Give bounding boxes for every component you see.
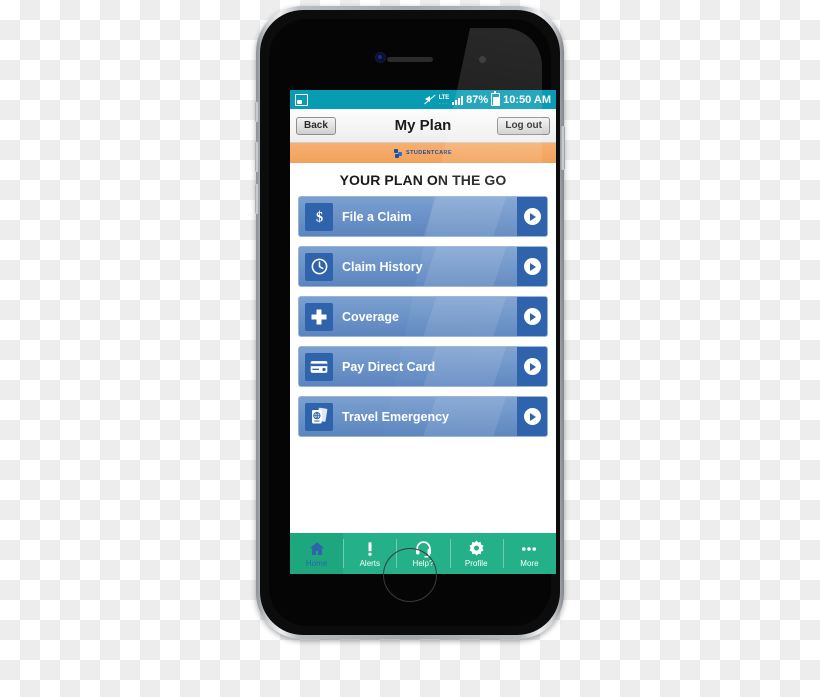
phone-device: LTE ... 87% 10:50 AM Back My Plan Log ou… — [255, 6, 565, 639]
chevron-right-icon[interactable] — [517, 347, 547, 386]
menu-item-pay-direct-card[interactable]: Pay Direct Card — [298, 346, 548, 387]
status-bar-right: LTE ... 87% 10:50 AM — [423, 91, 551, 106]
tab-home[interactable]: Home — [290, 533, 344, 574]
device-inner-frame: LTE ... 87% 10:50 AM Back My Plan Log ou… — [260, 10, 560, 635]
volume-mute-icon — [423, 94, 436, 105]
menu-item-travel-emergency[interactable]: Travel Emergency — [298, 396, 548, 437]
front-camera — [375, 52, 386, 63]
medical-cross-icon — [305, 302, 333, 331]
signal-bars-icon — [452, 95, 464, 105]
status-bar: LTE ... 87% 10:50 AM — [290, 90, 556, 109]
status-bar-left — [295, 93, 308, 106]
gallery-icon — [295, 93, 308, 106]
menu-item-file-a-claim[interactable]: $ File a Claim — [298, 196, 548, 237]
earpiece-speaker — [387, 57, 433, 62]
network-type-label: LTE ... — [438, 94, 450, 105]
silent-switch[interactable] — [255, 102, 259, 122]
device-bezel: LTE ... 87% 10:50 AM Back My Plan Log ou… — [269, 19, 556, 626]
menu-item-label: File a Claim — [342, 209, 412, 224]
menu-item-label: Travel Emergency — [342, 409, 450, 424]
app-nav-bar: Back My Plan Log out — [290, 109, 556, 143]
menu-item-label: Claim History — [342, 259, 423, 274]
ellipsis-icon — [519, 539, 539, 558]
phone-screen: LTE ... 87% 10:50 AM Back My Plan Log ou… — [290, 90, 556, 574]
menu-item-label: Pay Direct Card — [342, 359, 436, 374]
gear-icon — [467, 539, 486, 558]
volume-down-button[interactable] — [255, 184, 259, 214]
home-icon — [308, 539, 326, 558]
proximity-sensor — [479, 56, 486, 63]
studentcare-logo-icon — [394, 148, 403, 158]
power-button[interactable] — [561, 126, 565, 170]
back-button[interactable]: Back — [296, 116, 336, 135]
tab-profile[interactable]: Profile — [449, 533, 503, 574]
dollar-sign-icon: $ — [305, 202, 333, 231]
chevron-right-icon[interactable] — [517, 247, 547, 286]
tab-label: Alerts — [359, 559, 381, 568]
main-menu-list: $ File a Claim Claim History Coverage Pa… — [290, 196, 556, 437]
battery-icon — [491, 91, 501, 106]
exclamation-icon — [361, 539, 379, 558]
tab-label: Home — [305, 559, 328, 568]
log-out-button[interactable]: Log out — [497, 116, 550, 135]
clock-icon — [305, 252, 333, 281]
menu-item-coverage[interactable]: Coverage — [298, 296, 548, 337]
battery-percent-label: 87% — [466, 93, 489, 106]
volume-up-button[interactable] — [255, 142, 259, 172]
brand-name-label: STUDENTCARE — [406, 150, 452, 156]
home-button[interactable] — [383, 548, 437, 602]
headline-text: YOUR PLAN ON THE GO — [290, 163, 556, 196]
chevron-right-icon[interactable] — [517, 197, 547, 236]
tab-label: More — [520, 559, 539, 568]
credit-card-icon — [305, 352, 333, 381]
chevron-right-icon[interactable] — [517, 297, 547, 336]
menu-item-label: Coverage — [342, 309, 399, 324]
chevron-right-icon[interactable] — [517, 397, 547, 436]
menu-item-claim-history[interactable]: Claim History — [298, 246, 548, 287]
tab-more[interactable]: More — [502, 533, 556, 574]
status-bar-clock: 10:50 AM — [503, 93, 551, 106]
brand-banner: STUDENTCARE — [290, 143, 556, 163]
passport-ticket-icon — [305, 402, 333, 431]
tab-label: Profile — [464, 559, 488, 568]
svg-text:$: $ — [315, 209, 322, 225]
